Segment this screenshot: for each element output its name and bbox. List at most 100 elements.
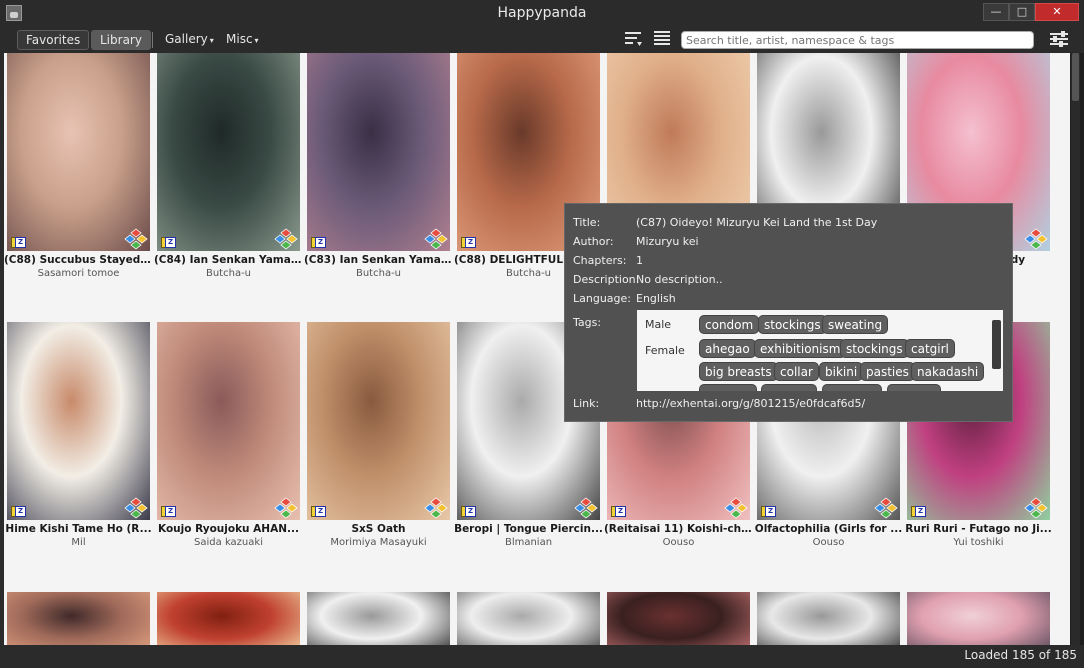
gallery-cover[interactable]	[757, 592, 900, 645]
tag-hidden[interactable]	[887, 384, 941, 391]
tag-list[interactable]: Male condom stockings sweating Female ah…	[637, 310, 1003, 391]
popup-chapters-label: Chapters:	[573, 254, 627, 267]
popup-title-label: Title:	[573, 216, 601, 229]
tag-hidden[interactable]	[761, 384, 817, 391]
gallery-card[interactable]	[757, 592, 900, 645]
tag-big-breasts[interactable]: big breasts	[699, 362, 778, 381]
list-view-icon[interactable]	[653, 30, 671, 48]
tag-bikini[interactable]: bikini	[819, 362, 864, 381]
popup-chapters: 1	[636, 254, 643, 267]
gallery-menu[interactable]: Gallery ▾	[165, 32, 214, 46]
settings-sliders-icon[interactable]	[1049, 30, 1069, 48]
archive-icon	[11, 506, 26, 517]
gallery-title: SxS Oath	[351, 523, 406, 535]
archive-icon	[911, 506, 926, 517]
tag-catgirl[interactable]: catgirl	[905, 339, 955, 358]
gallery-cover[interactable]	[7, 53, 150, 251]
gallery-cover[interactable]	[157, 592, 300, 645]
archive-icon	[311, 506, 326, 517]
popup-author: Mizuryu kei	[636, 235, 699, 248]
gallery-card[interactable]: SxS Oath Morimiya Masayuki	[307, 322, 450, 550]
tag-stockings[interactable]: stockings	[840, 339, 909, 358]
gallery-card[interactable]	[457, 592, 600, 645]
gallery-info-popup: Title: (C87) Oideyo! Mizuryu Kei Land th…	[564, 203, 1013, 422]
gallery-cover[interactable]	[7, 322, 150, 520]
gallery-cover[interactable]	[307, 322, 450, 520]
tag-ahegao[interactable]: ahegao	[699, 339, 756, 358]
archive-icon	[161, 506, 176, 517]
popup-tags-label: Tags:	[573, 316, 602, 329]
language-flag-icon	[124, 228, 148, 250]
gallery-card[interactable]	[907, 592, 1050, 645]
gallery-artist: Oouso	[662, 537, 695, 548]
gallery-artist: Butcha-u	[355, 268, 402, 279]
maximize-button[interactable]: □	[1009, 3, 1035, 21]
gallery-title: Koujo Ryoujoku AHAN...	[158, 523, 299, 535]
archive-icon	[461, 237, 476, 248]
gallery-cover[interactable]	[907, 592, 1050, 645]
gallery-cover[interactable]	[157, 322, 300, 520]
tag-hidden[interactable]	[822, 384, 882, 391]
tag-nakadashi[interactable]: nakadashi	[911, 362, 985, 381]
close-button[interactable]: ✕	[1035, 3, 1079, 21]
gallery-artist: Butcha-u	[205, 268, 252, 279]
tag-collar[interactable]: collar	[774, 362, 819, 381]
gallery-cover[interactable]	[157, 53, 300, 251]
gallery-cover[interactable]	[457, 592, 600, 645]
sort-icon[interactable]	[625, 31, 643, 47]
language-flag-icon	[424, 228, 448, 250]
tag-namespace-female: Female	[645, 344, 685, 357]
window-title: Happypanda	[497, 5, 587, 21]
gallery-menu-label: Gallery	[165, 32, 208, 46]
grid-scrollbar-thumb[interactable]	[1072, 53, 1079, 101]
gallery-card[interactable]	[607, 592, 750, 645]
tag-pasties[interactable]: pasties	[860, 362, 915, 381]
gallery-card[interactable]: (C84) Ian Senkan Yamato Butcha-u	[154, 53, 303, 281]
popup-link[interactable]: http://exhentai.org/g/801215/e0fdcaf6d5/	[636, 397, 865, 410]
gallery-title: Hime Kishi Tame Ho (R...	[5, 523, 152, 535]
gallery-cover[interactable]	[307, 592, 450, 645]
tag-list-scrollbar[interactable]	[992, 320, 1001, 369]
gallery-title: (C88) Succubus Stayed Life 3	[4, 254, 153, 266]
gallery-artist: Yui toshiki	[953, 537, 1004, 548]
gallery-artist: Blmanian	[504, 537, 553, 548]
gallery-title: Beropi | Tongue Piercin...	[454, 523, 603, 535]
status-text: Loaded 185 of 185	[964, 648, 1077, 662]
gallery-title: (Reitaisai 11) Koishi-ch...	[604, 523, 753, 535]
gallery-card[interactable]: Hime Kishi Tame Ho (R... Mil	[5, 322, 152, 550]
tag-stockings[interactable]: stockings	[758, 315, 827, 334]
popup-language-label: Language:	[573, 292, 631, 305]
grid-scrollbar[interactable]	[1071, 53, 1080, 645]
language-flag-icon	[724, 497, 748, 519]
tag-condom[interactable]: condom	[699, 315, 760, 334]
gallery-card[interactable]	[157, 592, 300, 645]
gallery-card[interactable]	[7, 592, 150, 645]
minimize-button[interactable]: —	[983, 3, 1009, 21]
gallery-artist: Saida kazuaki	[194, 537, 263, 548]
language-flag-icon	[874, 497, 898, 519]
status-bar: Loaded 185 of 185	[0, 645, 1084, 668]
gallery-card[interactable]: (C88) Succubus Stayed Life 3 Sasamori tom…	[4, 53, 153, 281]
tag-hidden[interactable]	[699, 384, 757, 391]
gallery-card[interactable]: Koujo Ryoujoku AHAN... Saida kazuaki	[157, 322, 300, 550]
misc-menu[interactable]: Misc ▾	[226, 32, 259, 46]
tag-namespace-male: Male	[645, 318, 672, 331]
gallery-cover[interactable]	[7, 592, 150, 645]
archive-icon	[611, 506, 626, 517]
gallery-card[interactable]: (C83) Ian Senkan Yamato Butcha-u	[304, 53, 453, 281]
toolbar-divider	[152, 32, 153, 48]
favorites-button[interactable]: Favorites	[17, 30, 90, 50]
gallery-card[interactable]	[307, 592, 450, 645]
chevron-down-icon: ▾	[209, 36, 214, 45]
tag-sweating[interactable]: sweating	[822, 315, 889, 334]
tag-exhibitionism[interactable]: exhibitionism	[754, 339, 847, 358]
archive-icon	[461, 506, 476, 517]
gallery-cover[interactable]	[307, 53, 450, 251]
gallery-title: (C84) Ian Senkan Yamato	[154, 254, 303, 266]
library-button[interactable]: Library	[91, 30, 151, 50]
popup-link-label: Link:	[573, 397, 600, 410]
archive-icon	[161, 237, 176, 248]
search-input[interactable]	[681, 31, 1034, 49]
gallery-artist: Sasamori tomoe	[37, 268, 120, 279]
gallery-cover[interactable]	[607, 592, 750, 645]
